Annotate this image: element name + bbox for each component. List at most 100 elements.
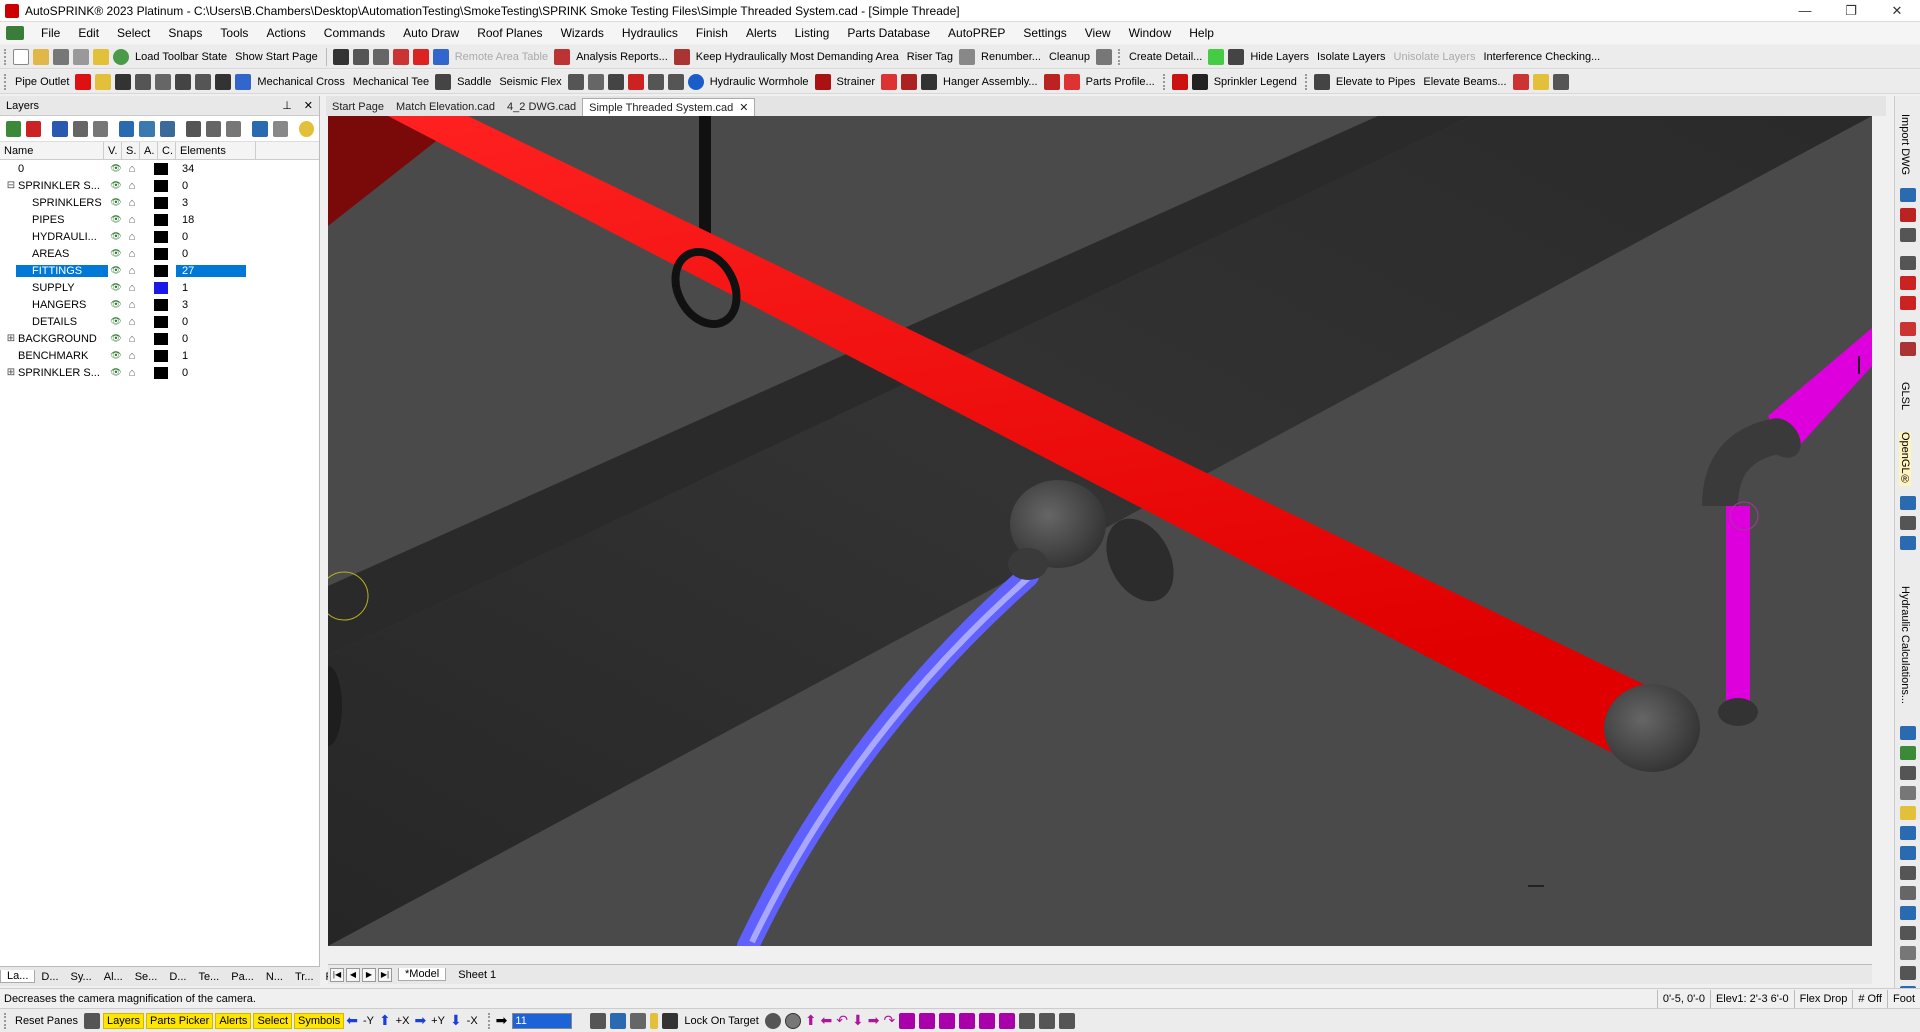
dock-tool-icon[interactable] bbox=[1900, 228, 1916, 242]
layer-color-swatch[interactable] bbox=[154, 196, 168, 209]
tree-expander-icon[interactable]: ⊞ bbox=[6, 367, 16, 378]
menu-settings[interactable]: Settings bbox=[1014, 22, 1075, 44]
saddle-button[interactable]: Saddle bbox=[453, 70, 495, 93]
visibility-eye-icon[interactable]: 👁 bbox=[108, 265, 124, 276]
zoom-step-input[interactable] bbox=[512, 1012, 573, 1029]
step-arrow-icon[interactable]: ➡ bbox=[496, 1012, 508, 1029]
last-sheet-icon[interactable]: ▶| bbox=[378, 967, 392, 982]
next-sheet-icon[interactable]: ▶ bbox=[362, 967, 376, 982]
rotate-left-icon[interactable]: ↶ bbox=[836, 1012, 848, 1029]
dock-tool-icon[interactable] bbox=[1900, 322, 1916, 336]
panel-tab[interactable]: Pa... bbox=[225, 971, 260, 983]
dock-tool-icon[interactable] bbox=[1900, 536, 1916, 550]
minimize-button[interactable]: — bbox=[1782, 3, 1828, 18]
analysis-reports-icon[interactable] bbox=[554, 48, 571, 65]
menu-listing[interactable]: Listing bbox=[786, 22, 839, 44]
layer-tree-icon[interactable] bbox=[119, 120, 135, 137]
dock-tool-icon[interactable] bbox=[1900, 906, 1916, 920]
toolbar-grip[interactable] bbox=[1117, 48, 1122, 65]
keep-hydraulically-demanding-area-button[interactable]: Keep Hydraulically Most Demanding Area bbox=[692, 45, 903, 68]
sprinkler-legend-button[interactable]: Sprinkler Legend bbox=[1210, 70, 1301, 93]
new-file-icon[interactable] bbox=[13, 48, 29, 65]
lock-on-target-icon[interactable] bbox=[662, 1012, 679, 1029]
layer-color-swatch[interactable] bbox=[154, 179, 168, 192]
visibility-eye-icon[interactable]: 👁 bbox=[108, 333, 124, 344]
layer-name[interactable]: AREAS bbox=[16, 248, 108, 260]
view-window-icon[interactable] bbox=[1059, 1012, 1076, 1029]
document-tab[interactable]: Match Elevation.cad bbox=[390, 98, 501, 116]
layer-merge-icon[interactable] bbox=[226, 120, 242, 137]
layer-name[interactable]: FITTINGS bbox=[16, 264, 108, 277]
layer-row[interactable]: HANGERS 👁 ⌂ 3 bbox=[0, 296, 319, 313]
menu-roof-planes[interactable]: Roof Planes bbox=[468, 22, 551, 44]
tab-close-icon[interactable]: ✕ bbox=[739, 102, 748, 114]
star-fitting-icon[interactable] bbox=[95, 73, 112, 90]
layer-color-swatch[interactable] bbox=[154, 349, 168, 362]
layer-properties-icon[interactable] bbox=[52, 120, 68, 137]
camera-walk-icon[interactable] bbox=[630, 1012, 647, 1029]
status-elevation[interactable]: Elev1: 2'-3 6'-0 bbox=[1709, 989, 1794, 1008]
visibility-eye-icon[interactable]: 👁 bbox=[108, 350, 124, 361]
sheet-tab[interactable]: *Model bbox=[398, 968, 447, 981]
menu-tools[interactable]: Tools bbox=[211, 22, 257, 44]
menu-hydraulics[interactable]: Hydraulics bbox=[613, 22, 687, 44]
elevate-to-pipes-button[interactable]: Elevate to Pipes bbox=[1332, 70, 1420, 93]
create-detail-icon[interactable] bbox=[1208, 48, 1225, 65]
layer-name[interactable]: 0 bbox=[16, 163, 108, 175]
renumber-button[interactable]: Renumber... bbox=[977, 45, 1045, 68]
menu-snaps[interactable]: Snaps bbox=[159, 22, 211, 44]
selectable-lock-icon[interactable]: ⌂ bbox=[124, 248, 140, 260]
selectable-lock-icon[interactable]: ⌂ bbox=[124, 180, 140, 192]
node-tag-icon[interactable] bbox=[412, 48, 429, 65]
layer-color-swatch[interactable] bbox=[154, 298, 168, 311]
hide-layers-button[interactable]: Hide Layers bbox=[1246, 45, 1313, 68]
layer-name[interactable]: SUPPLY bbox=[16, 282, 108, 294]
zoom-out-icon[interactable] bbox=[784, 1012, 801, 1029]
layer-copy-icon[interactable] bbox=[205, 120, 222, 137]
layer-name[interactable]: HANGERS bbox=[16, 299, 108, 311]
menu-alerts[interactable]: Alerts bbox=[737, 22, 786, 44]
hydraulic-wormhole-button[interactable]: Hydraulic Wormhole bbox=[706, 70, 813, 93]
wrench-icon[interactable] bbox=[73, 48, 89, 65]
layer-row[interactable]: HYDRAULI... 👁 ⌂ 0 bbox=[0, 228, 319, 245]
dock-tool-icon[interactable] bbox=[1900, 886, 1916, 900]
layer-row[interactable]: PIPES 👁 ⌂ 18 bbox=[0, 211, 319, 228]
arrow-right-icon[interactable]: ➡ bbox=[414, 1012, 426, 1029]
document-tab[interactable]: Simple Threaded System.cad ✕ bbox=[582, 98, 756, 116]
document-tab[interactable]: 4_2 DWG.cad bbox=[501, 98, 582, 116]
layer-color-swatch[interactable] bbox=[154, 366, 168, 379]
tree-expander-icon[interactable]: ⊞ bbox=[6, 333, 16, 344]
pos-y-button[interactable]: +Y bbox=[427, 1015, 449, 1027]
saddle-icon[interactable] bbox=[435, 73, 452, 90]
opengl-tab[interactable]: OpenGL® bbox=[1899, 432, 1911, 486]
neg-y-button[interactable]: -Y bbox=[359, 1015, 378, 1027]
layer-row[interactable]: ⊞ SPRINKLER S... 👁 ⌂ 0 bbox=[0, 364, 319, 381]
visibility-eye-icon[interactable]: 👁 bbox=[108, 367, 124, 378]
selectable-lock-icon[interactable]: ⌂ bbox=[124, 214, 140, 226]
layer-row[interactable]: BENCHMARK 👁 ⌂ 1 bbox=[0, 347, 319, 364]
restore-button[interactable]: ❐ bbox=[1828, 3, 1874, 19]
selectable-lock-icon[interactable]: ⌂ bbox=[124, 299, 140, 311]
hanger-assembly-icon[interactable] bbox=[921, 73, 938, 90]
menu-help[interactable]: Help bbox=[1180, 22, 1223, 44]
dock-tool-icon[interactable] bbox=[1900, 946, 1916, 960]
col-color[interactable]: C. bbox=[158, 141, 176, 160]
selectable-lock-icon[interactable]: ⌂ bbox=[124, 282, 140, 294]
hydraulic-tool-icon[interactable] bbox=[392, 48, 409, 65]
panel-tab[interactable]: N... bbox=[260, 971, 289, 983]
isolate-layers-button[interactable]: Isolate Layers bbox=[1313, 45, 1389, 68]
layer-row[interactable]: DETAILS 👁 ⌂ 0 bbox=[0, 313, 319, 330]
dock-tool-icon[interactable] bbox=[1900, 806, 1916, 820]
interference-checking-button[interactable]: Interference Checking... bbox=[1479, 45, 1604, 68]
visibility-eye-icon[interactable]: 👁 bbox=[108, 316, 124, 327]
panel-tab[interactable]: La... bbox=[0, 970, 36, 983]
dock-tool-icon[interactable] bbox=[1900, 726, 1916, 740]
glsl-tab[interactable]: GLSL bbox=[1899, 382, 1911, 410]
layer-color-swatch[interactable] bbox=[154, 332, 168, 345]
layer-row[interactable]: ⊟ SPRINKLER S... 👁 ⌂ 0 bbox=[0, 177, 319, 194]
menu-commands[interactable]: Commands bbox=[315, 22, 394, 44]
selectable-lock-icon[interactable]: ⌂ bbox=[124, 316, 140, 328]
floor-icon[interactable] bbox=[1552, 73, 1569, 90]
view-front-icon[interactable] bbox=[959, 1012, 976, 1029]
visibility-eye-icon[interactable]: 👁 bbox=[108, 248, 124, 259]
